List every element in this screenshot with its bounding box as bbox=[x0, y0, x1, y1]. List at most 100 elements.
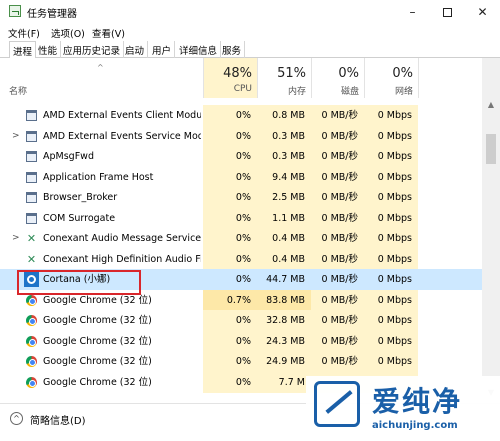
scroll-up-icon[interactable]: ▲ bbox=[482, 98, 500, 112]
menu-file[interactable]: 文件(F) bbox=[8, 26, 40, 40]
process-row[interactable]: > ✕ Conexant Audio Message Service 0% 0.4 MB… bbox=[0, 228, 482, 249]
cpu-value: 0% bbox=[203, 248, 257, 270]
disk-value: 0 MB/秒 bbox=[311, 207, 364, 229]
maximize-button[interactable] bbox=[430, 0, 465, 24]
memory-column-header[interactable]: 51% 内存 bbox=[257, 58, 311, 98]
tab-users[interactable]: 用户 bbox=[149, 41, 176, 58]
memory-value: 0.4 MB bbox=[257, 248, 311, 270]
cortana-highlight-box bbox=[17, 270, 141, 295]
memory-label: 内存 bbox=[287, 87, 306, 97]
tab-app-history[interactable]: 应用历史记录 bbox=[60, 41, 125, 58]
window-icon bbox=[26, 110, 37, 121]
sort-indicator-icon: ^ bbox=[97, 63, 104, 72]
memory-value: 7.7 M bbox=[257, 371, 311, 393]
tab-startup[interactable]: 启动 bbox=[122, 41, 149, 58]
network-percent: 0% bbox=[392, 66, 413, 81]
network-label: 网络 bbox=[394, 87, 413, 97]
disk-value: 0 MB/秒 bbox=[311, 187, 364, 208]
network-value: 0 Mbps bbox=[364, 330, 418, 352]
chrome-icon bbox=[26, 376, 37, 388]
network-value: 0 Mbps bbox=[364, 289, 418, 311]
cpu-value: 0% bbox=[203, 269, 257, 290]
memory-value: 0.4 MB bbox=[257, 228, 311, 249]
disk-value: 0 MB/秒 bbox=[311, 125, 364, 147]
process-row[interactable]: Application Frame Host 0% 9.4 MB 0 MB/秒 0 Mb… bbox=[0, 166, 482, 188]
cpu-value: 0% bbox=[203, 310, 257, 331]
watermark: 爱纯净 aichunjing.com bbox=[306, 376, 500, 441]
window-icon bbox=[26, 171, 37, 183]
memory-value: 24.9 MB bbox=[257, 351, 311, 372]
window-icon bbox=[26, 212, 37, 224]
tab-bar: 进程 性能 应用历史记录 启动 用户 详细信息 服务 bbox=[0, 41, 500, 59]
cpu-value: 0% bbox=[203, 146, 257, 167]
disk-value: 0 MB/秒 bbox=[311, 330, 364, 352]
memory-percent: 51% bbox=[277, 66, 306, 81]
process-name: Conexant High Definition Audio Fil... bbox=[43, 253, 201, 265]
disk-value: 0 MB/秒 bbox=[311, 310, 364, 331]
close-button[interactable]: ✕ bbox=[465, 0, 500, 24]
vertical-scrollbar[interactable]: ▲ ▼ bbox=[482, 58, 500, 403]
disk-column-header[interactable]: 0% 磁盘 bbox=[311, 58, 364, 98]
cpu-value: 0% bbox=[203, 371, 257, 393]
process-list: AMD External Events Client Module 0% 0.8 M… bbox=[0, 98, 482, 403]
memory-value: 32.8 MB bbox=[257, 310, 311, 331]
chrome-icon bbox=[26, 294, 37, 306]
process-name: Google Chrome (32 位) bbox=[43, 315, 152, 326]
cpu-value: 0% bbox=[203, 351, 257, 372]
cpu-percent: 48% bbox=[223, 66, 252, 81]
tab-details[interactable]: 详细信息 bbox=[176, 41, 222, 58]
cpu-column-header[interactable]: 48% CPU bbox=[203, 58, 257, 98]
fewer-details-icon[interactable]: ^ bbox=[10, 412, 23, 425]
network-value: 0 Mbps bbox=[364, 351, 418, 372]
process-name: COM Surrogate bbox=[43, 212, 116, 224]
watermark-logo-icon bbox=[314, 381, 360, 427]
task-manager-icon bbox=[9, 5, 21, 17]
process-name: Google Chrome (32 位) bbox=[43, 376, 152, 388]
maximize-icon bbox=[443, 8, 452, 17]
window-icon bbox=[26, 130, 37, 142]
title-bar: 任务管理器 – ✕ bbox=[0, 0, 500, 24]
memory-value: 0.3 MB bbox=[257, 146, 311, 167]
network-column-header[interactable]: 0% 网络 bbox=[364, 58, 418, 98]
expand-chevron-icon[interactable]: > bbox=[12, 126, 20, 147]
process-row[interactable]: > AMD External Events Service Mod... 0% 0.3… bbox=[0, 125, 482, 147]
tab-performance[interactable]: 性能 bbox=[35, 41, 62, 58]
process-row[interactable]: AMD External Events Client Module 0% 0.8 M… bbox=[0, 105, 482, 126]
process-row[interactable]: Google Chrome (32 位) 0% 32.8 MB 0 MB/秒 0 Mbp… bbox=[0, 310, 482, 331]
fewer-details-link[interactable]: 简略信息(D) bbox=[30, 412, 86, 427]
cpu-value: 0% bbox=[203, 228, 257, 249]
memory-value: 9.4 MB bbox=[257, 166, 311, 188]
tab-services[interactable]: 服务 bbox=[219, 41, 246, 58]
process-row[interactable]: ApMsgFwd 0% 0.3 MB 0 MB/秒 0 Mbps bbox=[0, 146, 482, 167]
network-value: 0 Mbps bbox=[364, 166, 418, 188]
scroll-thumb[interactable] bbox=[486, 134, 496, 164]
network-value: 0 Mbps bbox=[364, 228, 418, 249]
watermark-brand: 爱纯净 bbox=[372, 385, 463, 418]
process-row[interactable]: Google Chrome (32 位) 0% 24.9 MB 0 MB/秒 0 Mbp… bbox=[0, 351, 482, 372]
disk-value: 0 MB/秒 bbox=[311, 351, 364, 372]
cpu-value: 0.7% bbox=[203, 289, 257, 311]
extra-column-header bbox=[418, 58, 482, 98]
expand-chevron-icon[interactable]: > bbox=[12, 228, 20, 249]
cpu-label: CPU bbox=[233, 84, 252, 94]
chrome-icon bbox=[26, 335, 37, 347]
process-name: AMD External Events Service Mod... bbox=[43, 130, 201, 142]
menu-view[interactable]: 查看(V) bbox=[92, 26, 125, 40]
process-row[interactable]: Google Chrome (32 位) 0% 24.3 MB 0 MB/秒 0 Mbp… bbox=[0, 330, 482, 352]
minimize-button[interactable]: – bbox=[395, 0, 430, 24]
network-value: 0 Mbps bbox=[364, 207, 418, 229]
memory-value: 24.3 MB bbox=[257, 330, 311, 352]
menu-options[interactable]: 选项(O) bbox=[51, 26, 85, 40]
process-row[interactable]: COM Surrogate 0% 1.1 MB 0 MB/秒 0 Mbps bbox=[0, 207, 482, 229]
process-row[interactable]: Browser_Broker 0% 2.5 MB 0 MB/秒 0 Mbps bbox=[0, 187, 482, 208]
tab-processes[interactable]: 进程 bbox=[9, 41, 37, 59]
chrome-icon bbox=[26, 315, 37, 326]
cpu-value: 0% bbox=[203, 166, 257, 188]
disk-value: 0 MB/秒 bbox=[311, 269, 364, 290]
conexant-icon: ✕ bbox=[26, 232, 37, 245]
disk-label: 磁盘 bbox=[340, 87, 359, 97]
network-value: 0 Mbps bbox=[364, 269, 418, 290]
name-column-header[interactable]: 名称 bbox=[9, 84, 27, 97]
network-value: 0 Mbps bbox=[364, 187, 418, 208]
process-row[interactable]: ✕ Conexant High Definition Audio Fil... 0%… bbox=[0, 248, 482, 270]
